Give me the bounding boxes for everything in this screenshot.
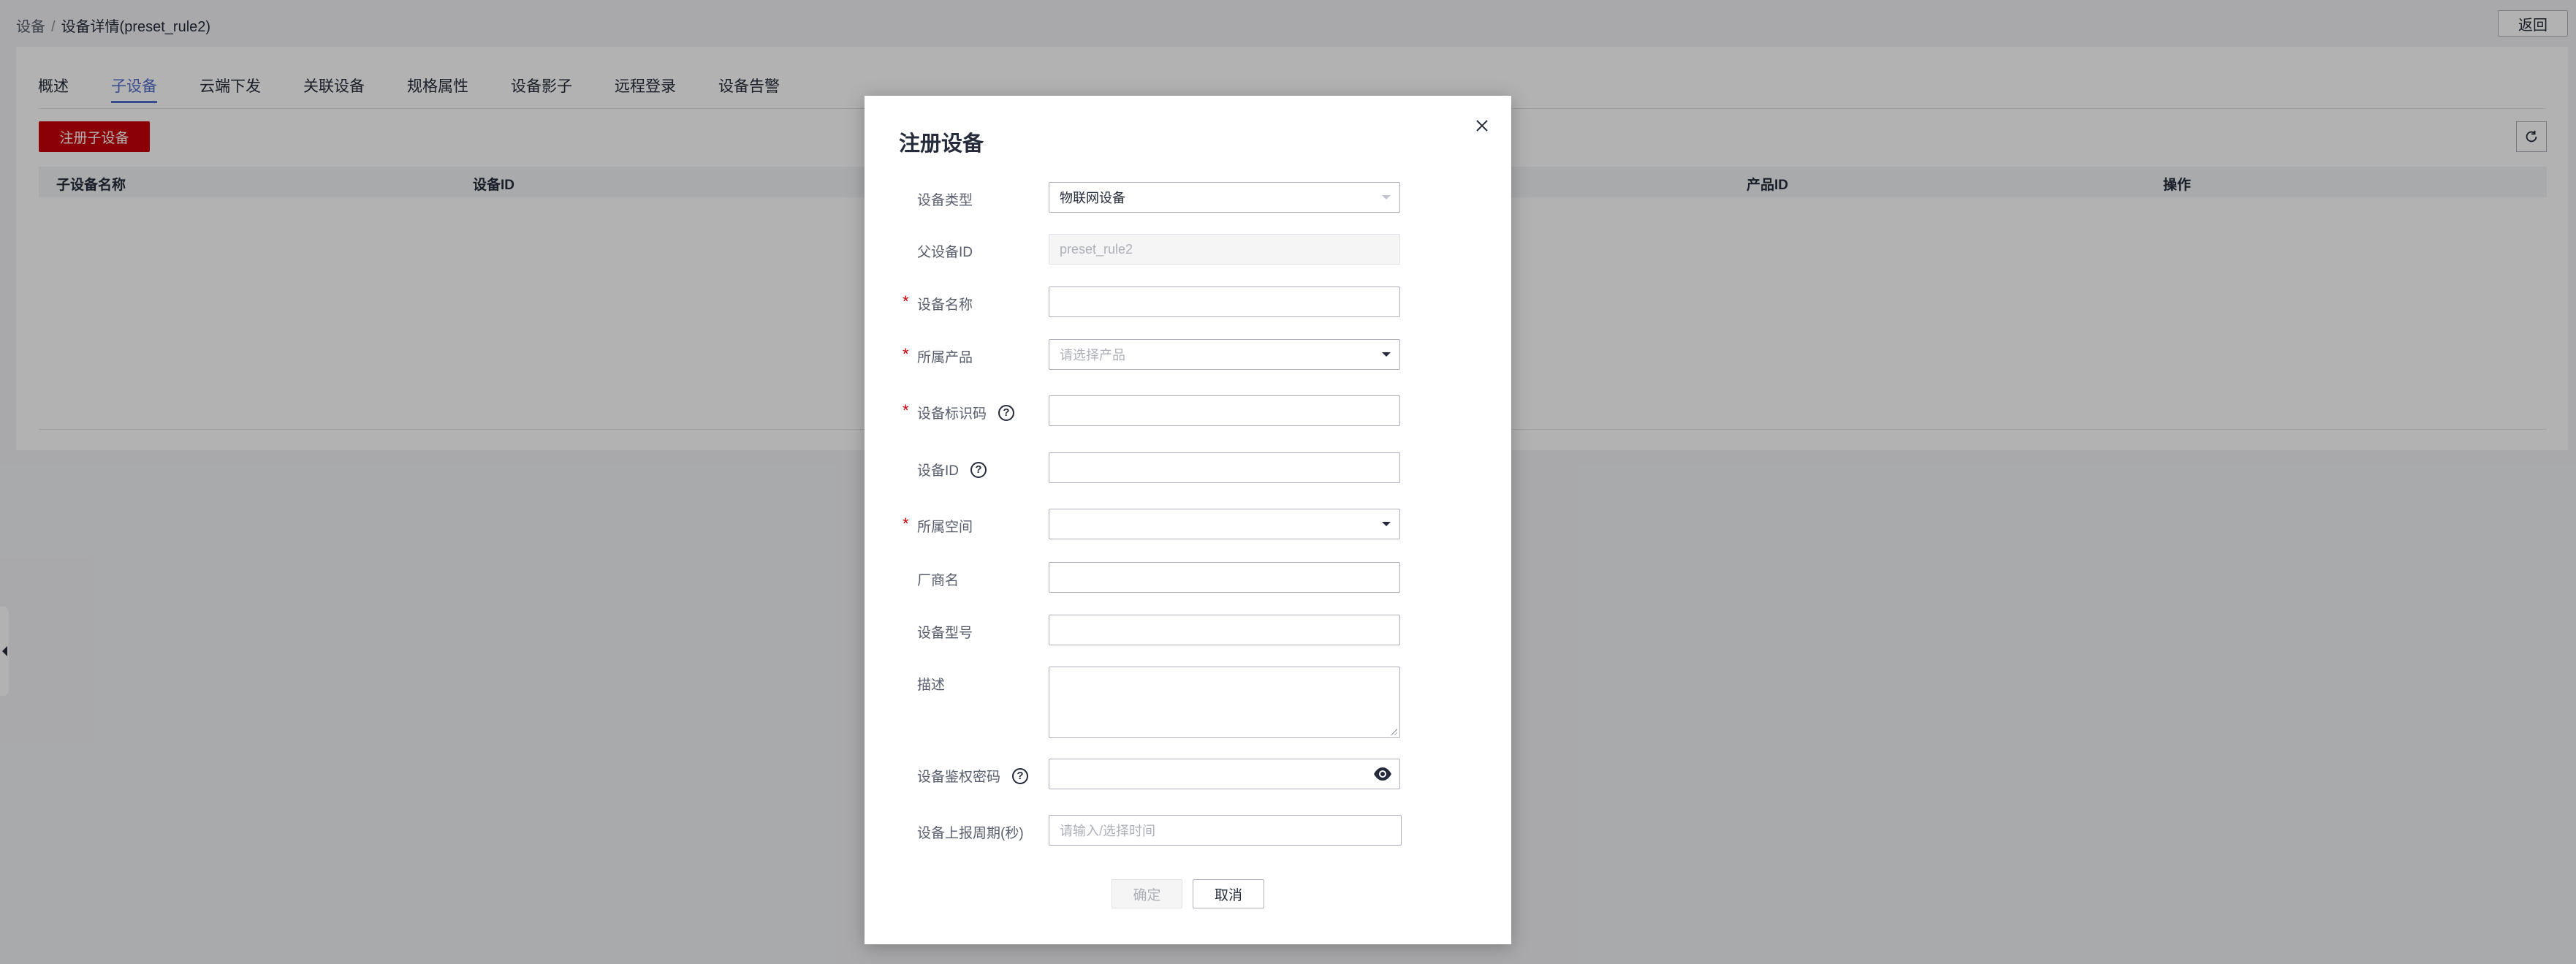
close-icon — [1476, 120, 1488, 132]
report-period-placeholder: 请输入/选择时间 — [1060, 824, 1156, 838]
chevron-down-icon — [1382, 195, 1391, 200]
parent-id-label: 父设备ID — [917, 245, 973, 260]
close-button[interactable] — [1471, 115, 1493, 137]
device-id-input[interactable] — [1049, 452, 1400, 483]
device-type-label: 设备类型 — [917, 193, 973, 208]
device-type-value: 物联网设备 — [1060, 191, 1125, 205]
secret-label-text: 设备鉴权密码 — [917, 770, 1001, 785]
product-select[interactable]: 请选择产品 — [1049, 339, 1400, 370]
help-icon[interactable]: ? — [1012, 767, 1029, 784]
space-select[interactable] — [1049, 509, 1400, 539]
confirm-button[interactable]: 确定 — [1112, 879, 1182, 908]
secret-input[interactable] — [1049, 759, 1400, 789]
device-id-label: 设备ID? — [917, 460, 987, 479]
report-period-input[interactable]: 请输入/选择时间 — [1049, 815, 1402, 846]
node-id-label-text: 设备标识码 — [917, 406, 987, 422]
register-device-dialog: 注册设备 设备类型 物联网设备 父设备ID preset_rule2 * 设备名… — [865, 96, 1511, 944]
description-textarea[interactable] — [1049, 667, 1400, 738]
report-period-label: 设备上报周期(秒) — [917, 826, 1024, 841]
required-mark: * — [903, 292, 909, 311]
resize-handle-icon[interactable] — [1390, 728, 1397, 735]
secret-label: 设备鉴权密码? — [917, 766, 1029, 786]
manufacturer-input[interactable] — [1049, 562, 1400, 593]
eye-icon[interactable] — [1373, 766, 1392, 782]
product-placeholder: 请选择产品 — [1060, 348, 1125, 363]
dialog-title: 注册设备 — [899, 132, 984, 156]
description-label: 描述 — [917, 678, 946, 693]
model-label: 设备型号 — [917, 626, 973, 641]
chevron-down-icon — [1382, 522, 1391, 526]
product-label: 所属产品 — [917, 350, 973, 365]
model-input[interactable] — [1049, 615, 1400, 645]
required-mark: * — [903, 515, 909, 533]
chevron-down-icon — [1382, 352, 1391, 357]
manufacturer-label: 厂商名 — [917, 573, 960, 588]
parent-id-value: preset_rule2 — [1060, 241, 1133, 257]
parent-id-field: preset_rule2 — [1049, 234, 1400, 265]
device-name-input[interactable] — [1049, 286, 1400, 317]
required-mark: * — [903, 401, 909, 420]
node-id-label: 设备标识码? — [917, 403, 1015, 422]
help-icon[interactable]: ? — [970, 461, 987, 478]
required-mark: * — [903, 345, 909, 363]
device-name-label: 设备名称 — [917, 297, 973, 313]
space-label: 所属空间 — [917, 520, 973, 535]
cancel-button[interactable]: 取消 — [1193, 879, 1264, 908]
device-id-label-text: 设备ID — [917, 463, 960, 479]
help-icon[interactable]: ? — [998, 404, 1015, 421]
device-type-select[interactable]: 物联网设备 — [1049, 182, 1400, 213]
node-id-input[interactable] — [1049, 395, 1400, 426]
